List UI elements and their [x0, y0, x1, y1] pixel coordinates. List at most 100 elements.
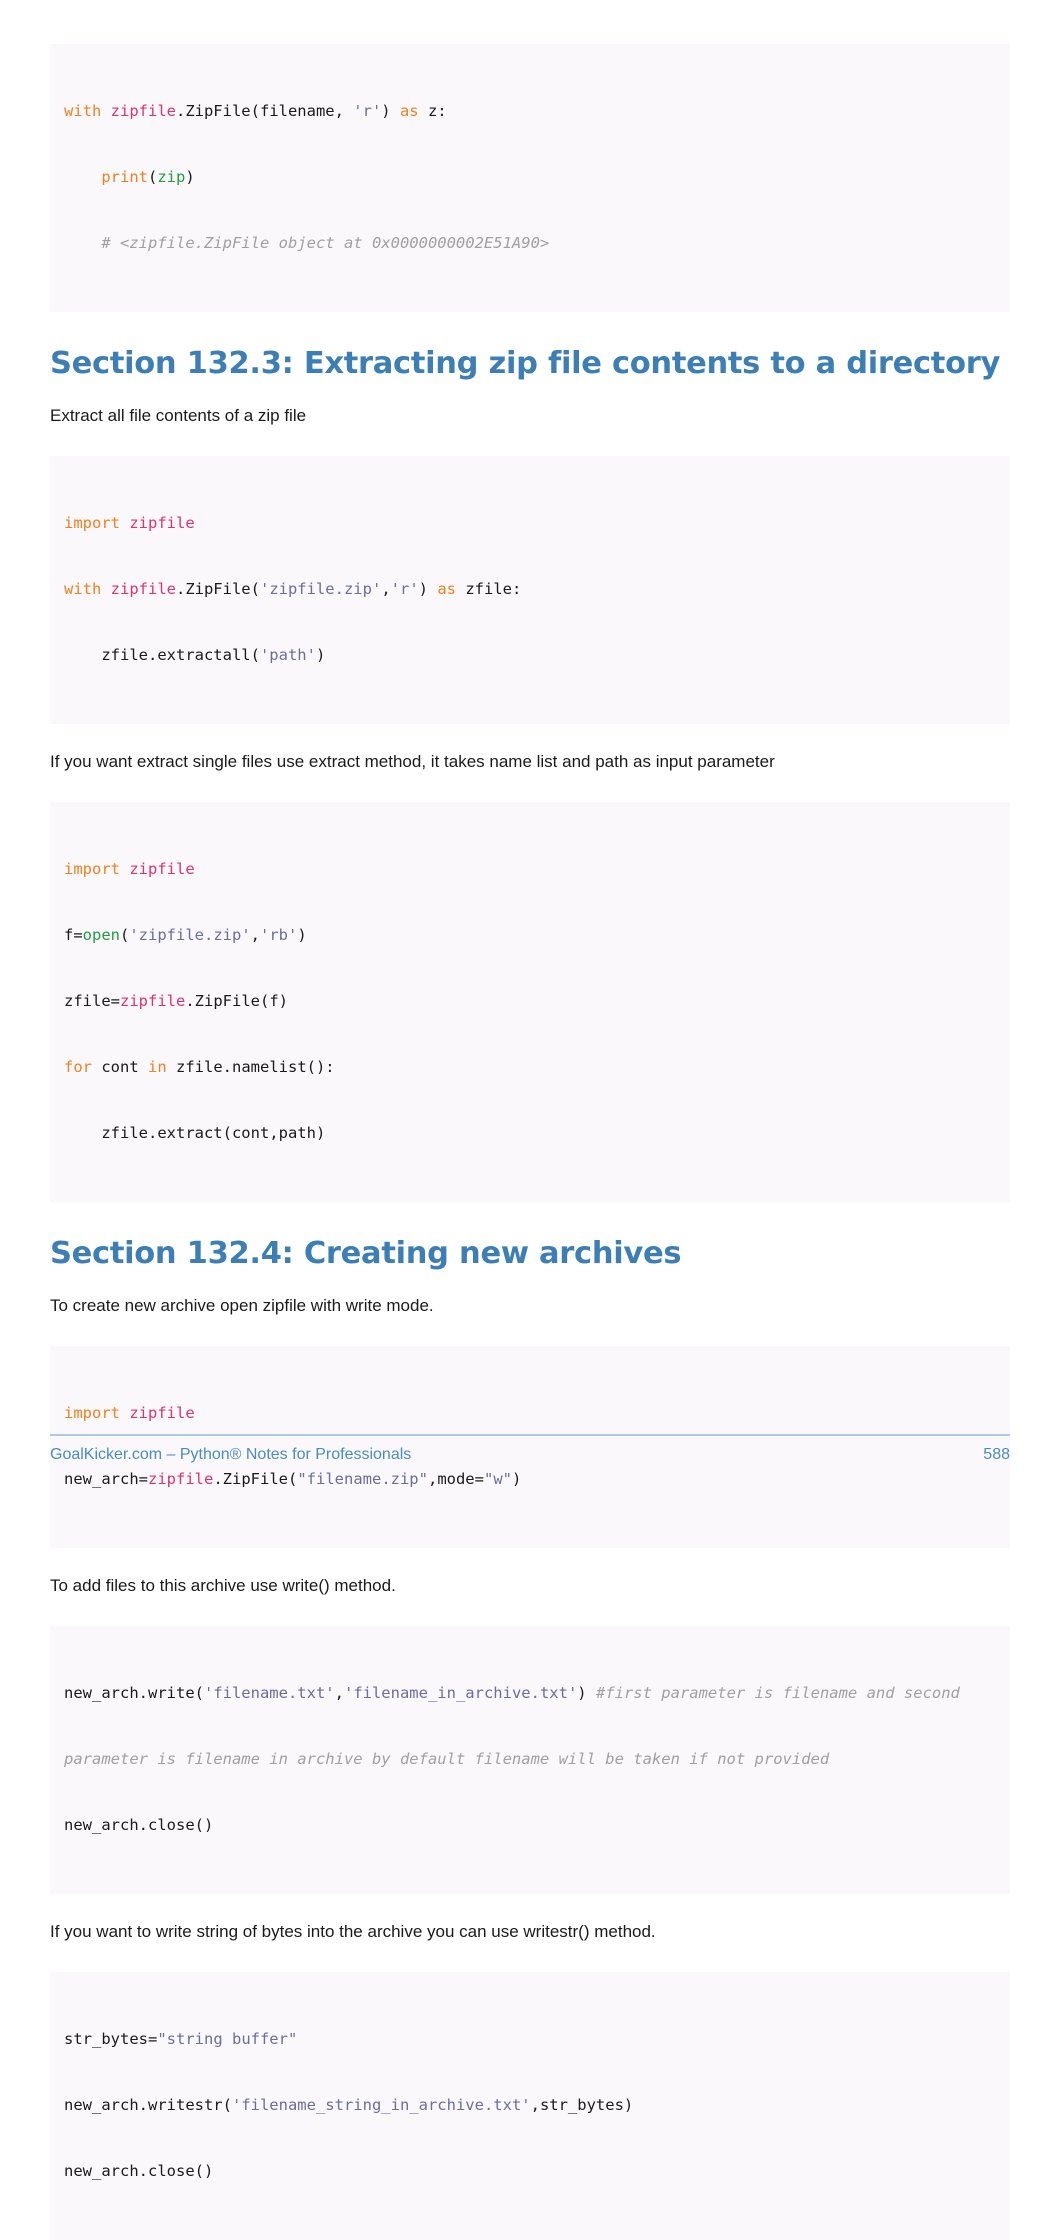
paragraph-extract-all: Extract all file contents of a zip file: [50, 406, 307, 425]
paragraph-writestr: If you want to write string of bytes int…: [50, 1922, 656, 1941]
code-block-write: new_arch.write('filename.txt','filename_…: [50, 1626, 1010, 1894]
code-token-keyword: for: [64, 1058, 92, 1076]
code-token-indent: [64, 168, 101, 186]
code-token-keyword: with: [64, 102, 102, 120]
code-line: print(zip): [50, 166, 1010, 188]
code-token-plain: .ZipFile(filename,: [175, 102, 354, 120]
code-token-plain: ,: [334, 1684, 344, 1702]
code-block-extract-namelist: import zipfile f=open('zipfile.zip','rb'…: [50, 802, 1010, 1202]
code-token-plain: ): [315, 646, 326, 664]
code-token-plain: new_arch=: [64, 1470, 148, 1488]
code-line: parameter is filename in archive by defa…: [50, 1748, 1010, 1770]
code-token-module: zipfile: [101, 580, 176, 598]
code-token-string: 'r': [353, 102, 382, 120]
code-token-comment: # <zipfile.ZipFile object at 0x000000000…: [64, 234, 550, 252]
page-content: with zipfile.ZipFile(filename, 'r') as z…: [50, 44, 1010, 2240]
code-token-keyword: in: [148, 1058, 167, 1076]
section-heading-132-3: Section 132.3: Extracting zip file conte…: [50, 346, 1001, 381]
code-line: with zipfile.ZipFile(filename, 'r') as z…: [50, 100, 1010, 122]
code-token-keyword: as: [437, 580, 456, 598]
code-token-plain: ): [418, 580, 438, 598]
footer-divider: [50, 1434, 1010, 1436]
code-line: import zipfile: [50, 512, 1010, 534]
code-token-string: 'filename_string_in_archive.txt': [231, 2096, 531, 2114]
code-token-plain: .ZipFile(: [175, 580, 260, 598]
code-token-keyword: import: [64, 1404, 120, 1422]
code-block-zipfile-print: with zipfile.ZipFile(filename, 'r') as z…: [50, 44, 1010, 312]
code-line: zfile.extractall('path'): [50, 644, 1010, 666]
code-token-plain: ): [577, 1684, 596, 1702]
code-token-plain: new_arch.close(): [64, 2162, 214, 2180]
code-token-module: zipfile: [101, 102, 176, 120]
page-footer: GoalKicker.com – Python® Notes for Profe…: [50, 1434, 1010, 1464]
code-block-extractall: import zipfile with zipfile.ZipFile('zip…: [50, 456, 1010, 724]
code-token-plain: new_arch.write(: [64, 1684, 204, 1702]
code-token-module: zipfile: [120, 1404, 195, 1422]
code-token-plain: zfile.extractall(: [64, 646, 260, 664]
code-line: f=open('zipfile.zip','rb'): [50, 924, 1010, 946]
code-token-plain: ): [185, 168, 195, 186]
code-token-module: zipfile: [120, 992, 186, 1010]
code-token-function: print: [101, 168, 148, 186]
code-token-keyword: import: [64, 514, 120, 532]
code-line: str_bytes="string buffer": [50, 2028, 1010, 2050]
code-line: zfile.extract(cont,path): [50, 1122, 1010, 1144]
code-line: # <zipfile.ZipFile object at 0x000000000…: [50, 232, 1010, 254]
code-token-string: 'filename.txt': [203, 1684, 335, 1702]
document-page: with zipfile.ZipFile(filename, 'r') as z…: [0, 0, 1060, 2240]
code-token-string: 'path': [259, 646, 316, 664]
code-token-plain: new_arch.close(): [64, 1816, 214, 1834]
code-token-plain: .ZipFile(f): [185, 992, 288, 1010]
code-token-string: "string buffer": [157, 2030, 298, 2048]
code-block-writestr: str_bytes="string buffer" new_arch.write…: [50, 1972, 1010, 2240]
footer-book-title: GoalKicker.com – Python® Notes for Profe…: [50, 1446, 412, 1463]
code-token-plain: (: [148, 168, 158, 186]
code-line: with zipfile.ZipFile('zipfile.zip','r') …: [50, 578, 1010, 600]
code-line: zfile=zipfile.ZipFile(f): [50, 990, 1010, 1012]
code-token-string: "filename.zip": [297, 1470, 428, 1488]
code-token-plain: ,: [381, 580, 391, 598]
code-line: import zipfile: [50, 1402, 1010, 1424]
code-token-plain: zfile.extract(cont,path): [64, 1124, 326, 1142]
code-token-string: 'filename_in_archive.txt': [343, 1684, 578, 1702]
code-token-comment: #first parameter is filename and second: [595, 1684, 960, 1702]
code-token-plain: zfile=: [64, 992, 120, 1010]
code-line: new_arch=zipfile.ZipFile("filename.zip",…: [50, 1468, 1010, 1490]
footer-page-number: 588: [983, 1446, 1010, 1463]
code-token-keyword: as: [399, 102, 419, 120]
code-token-plain: ,str_bytes): [530, 2096, 634, 2114]
code-token-plain: .ZipFile(: [213, 1470, 298, 1488]
code-token-plain: ): [511, 1470, 522, 1488]
paragraph-extract-single: If you want extract single files use ext…: [50, 752, 775, 771]
code-line: new_arch.close(): [50, 2160, 1010, 2182]
code-line: new_arch.writestr('filename_string_in_ar…: [50, 2094, 1010, 2116]
code-token-plain: new_arch.writestr(: [64, 2096, 232, 2114]
code-token-plain: f=: [64, 926, 83, 944]
code-token-plain: ): [381, 102, 400, 120]
code-token-builtin: zip: [157, 168, 186, 186]
code-token-plain: zfile.namelist():: [166, 1058, 335, 1076]
code-token-string: 'r': [390, 580, 419, 598]
code-token-string: "w": [483, 1470, 512, 1488]
code-line: for cont in zfile.namelist():: [50, 1056, 1010, 1078]
code-line: new_arch.close(): [50, 1814, 1010, 1836]
code-token-string: 'zipfile.zip': [259, 580, 382, 598]
code-token-string: 'zipfile.zip': [129, 926, 251, 944]
code-token-plain: z:: [418, 102, 447, 120]
code-token-module: zipfile: [120, 514, 195, 532]
section-heading-132-4: Section 132.4: Creating new archives: [50, 1236, 682, 1271]
code-line: import zipfile: [50, 858, 1010, 880]
code-token-plain: (: [120, 926, 130, 944]
code-token-plain: str_bytes=: [64, 2030, 158, 2048]
code-line: new_arch.write('filename.txt','filename_…: [50, 1682, 1010, 1704]
code-token-plain: cont: [92, 1058, 148, 1076]
